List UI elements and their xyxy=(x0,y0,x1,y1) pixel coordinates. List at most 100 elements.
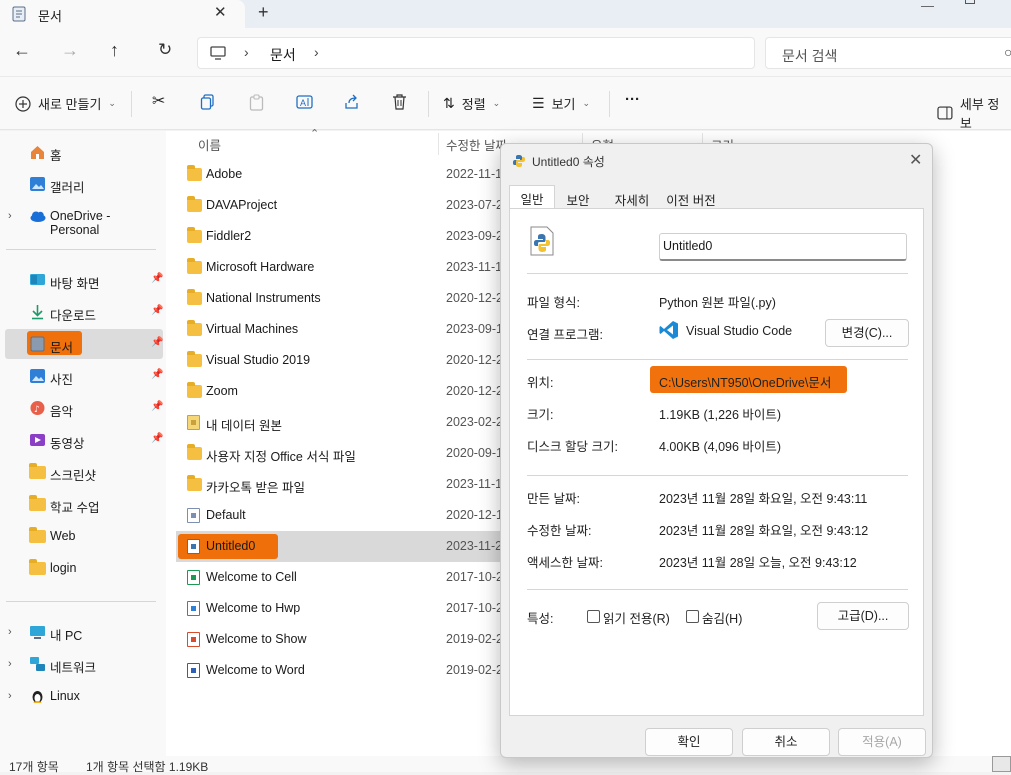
address-bar[interactable]: › 문서 › xyxy=(197,37,755,69)
readonly-label[interactable]: 읽기 전용(R) xyxy=(603,608,670,627)
python-file-icon xyxy=(513,155,525,167)
sidebar-item-login[interactable]: login xyxy=(5,553,163,583)
row-name: 사용자 지정 Office 서식 파일 xyxy=(206,450,356,464)
refresh-icon[interactable]: ↻ xyxy=(158,40,172,60)
sidebar-item-label: 다운로드 xyxy=(50,309,97,323)
apply-button[interactable]: 적용(A) xyxy=(838,728,926,756)
tab-security[interactable]: 보안 xyxy=(557,187,599,209)
chevron-right-icon[interactable]: › xyxy=(244,44,249,60)
row-modified-date: 2023-11-1 xyxy=(446,260,503,274)
cancel-button[interactable]: 취소 xyxy=(742,728,830,756)
minimize-button[interactable]: — xyxy=(921,0,934,13)
hidden-label[interactable]: 숨김(H) xyxy=(702,608,742,627)
sidebar-item-label: 갤러리 xyxy=(50,181,85,195)
sidebar-item-label: 동영상 xyxy=(50,437,85,451)
sidebar-item-label: 홈 xyxy=(50,149,62,163)
sidebar-item-desktop[interactable]: 바탕 화면 📌 xyxy=(5,265,163,295)
advanced-button[interactable]: 고급(D)... xyxy=(817,602,909,630)
filename-input[interactable]: Untitled0 xyxy=(659,233,907,261)
dialog-title: Untitled0 속성 xyxy=(532,155,605,169)
sidebar-item-downloads[interactable]: 다운로드 📌 xyxy=(5,297,163,327)
details-view-toggle-icon[interactable] xyxy=(992,756,1011,772)
pin-icon[interactable]: 📌 xyxy=(151,305,163,316)
sidebar-item-videos[interactable]: 동영상 📌 xyxy=(5,425,163,455)
rename-icon[interactable]: A xyxy=(296,94,313,110)
sidebar-item-this-pc[interactable]: › 내 PC xyxy=(5,617,163,647)
search-input[interactable]: 문서 검색 ○ xyxy=(765,37,1011,69)
cut-icon[interactable]: ✂ xyxy=(152,91,165,111)
sort-button[interactable]: ⇅ 정렬 ⌄ xyxy=(443,94,500,113)
back-arrow-icon[interactable]: ← xyxy=(13,40,31,61)
sidebar-item-label: 음악 xyxy=(50,405,74,419)
delete-icon[interactable] xyxy=(392,94,407,110)
sidebar-item-screenshots[interactable]: 스크린샷 xyxy=(5,457,163,487)
sidebar-item-onedrive[interactable]: › OneDrive - Personal xyxy=(5,201,163,237)
new-tab-button[interactable]: + xyxy=(258,2,269,23)
new-button[interactable]: 새로 만들기 ⌄ xyxy=(15,94,116,113)
sidebar-item-documents[interactable]: 문서 📌 xyxy=(5,329,163,359)
chevron-right-icon[interactable]: › xyxy=(8,626,12,638)
close-icon[interactable]: ✕ xyxy=(909,150,922,170)
share-icon[interactable] xyxy=(344,94,360,110)
modified-value: 2023년 11월 28일 화요일, 오전 9:43:12 xyxy=(659,524,869,538)
documents-icon xyxy=(30,336,45,352)
pin-icon[interactable]: 📌 xyxy=(151,337,163,348)
row-name: 카카오톡 받은 파일 xyxy=(206,481,305,495)
more-options-icon[interactable]: ··· xyxy=(625,91,640,108)
ok-button[interactable]: 확인 xyxy=(645,728,733,756)
disk-size-value: 4.00KB (4,096 바이트) xyxy=(659,440,782,454)
view-button[interactable]: ☰ 보기 ⌄ xyxy=(532,94,590,113)
hidden-checkbox[interactable] xyxy=(686,610,699,623)
sidebar-item-label: 학교 수업 xyxy=(50,501,100,515)
sidebar-item-label: Linux xyxy=(50,689,80,703)
column-separator[interactable] xyxy=(438,133,439,155)
title-bar: 문서 ✕ + — xyxy=(0,0,1011,28)
tab-details[interactable]: 자세히 xyxy=(607,187,657,209)
location-label: 위치: xyxy=(527,376,554,390)
item-count: 17개 항목 xyxy=(9,760,59,774)
created-label: 만든 날짜: xyxy=(527,492,580,506)
sidebar-item-gallery[interactable]: 갤러리 xyxy=(5,169,163,199)
tab-general[interactable]: 일반 xyxy=(509,185,555,209)
sidebar-item-linux[interactable]: › Linux xyxy=(5,681,163,711)
forward-arrow-icon[interactable]: → xyxy=(61,40,79,61)
details-pane-button[interactable]: 세부 정보 xyxy=(937,94,1011,132)
view-button-label: 보기 xyxy=(551,97,576,112)
readonly-checkbox[interactable] xyxy=(587,610,600,623)
sidebar-item-music[interactable]: ♪ 음악 📌 xyxy=(5,393,163,423)
status-bar: 17개 항목 1개 항목 선택함 1.19KB xyxy=(0,756,1011,774)
pin-icon[interactable]: 📌 xyxy=(151,273,163,284)
sidebar-item-school[interactable]: 학교 수업 xyxy=(5,489,163,519)
column-header-name[interactable]: 이름 xyxy=(198,135,221,154)
sidebar-item-web[interactable]: Web xyxy=(5,521,163,551)
pin-icon[interactable]: 📌 xyxy=(151,433,163,444)
row-modified-date: 2023-09-1 xyxy=(446,322,503,336)
copy-icon[interactable] xyxy=(200,94,215,110)
pin-icon[interactable]: 📌 xyxy=(151,401,163,412)
maximize-button[interactable] xyxy=(965,0,975,4)
tab-documents[interactable]: 문서 ✕ xyxy=(0,0,245,28)
chevron-right-icon[interactable]: › xyxy=(8,690,12,702)
file-type-value: Python 원본 파일(.py) xyxy=(659,296,776,310)
created-value: 2023년 11월 28일 화요일, 오전 9:43:11 xyxy=(659,492,868,506)
folder-icon xyxy=(29,495,46,511)
close-tab-icon[interactable]: ✕ xyxy=(214,3,227,21)
sidebar-item-label: 사진 xyxy=(50,373,74,387)
pin-icon[interactable]: 📌 xyxy=(151,369,163,380)
hwp-file-icon xyxy=(187,601,200,616)
breadcrumb-documents[interactable]: 문서 xyxy=(270,45,296,65)
divider xyxy=(527,589,908,590)
sidebar-item-home[interactable]: 홈 xyxy=(5,137,163,167)
sidebar-item-pictures[interactable]: 사진 📌 xyxy=(5,361,163,391)
divider xyxy=(527,273,908,274)
up-arrow-icon[interactable]: ↑ xyxy=(110,40,119,61)
pc-icon xyxy=(30,626,45,639)
column-header-modified[interactable]: 수정한 날짜 xyxy=(446,135,507,154)
chevron-right-icon[interactable]: › xyxy=(8,658,12,670)
sidebar-item-network[interactable]: › 네트워크 xyxy=(5,649,163,679)
change-button[interactable]: 변경(C)... xyxy=(825,319,909,347)
chevron-right-icon[interactable]: › xyxy=(8,210,12,222)
chevron-right-icon[interactable]: › xyxy=(314,44,319,60)
tab-previous-versions[interactable]: 이전 버전 xyxy=(661,187,721,209)
paste-icon[interactable] xyxy=(249,94,264,111)
